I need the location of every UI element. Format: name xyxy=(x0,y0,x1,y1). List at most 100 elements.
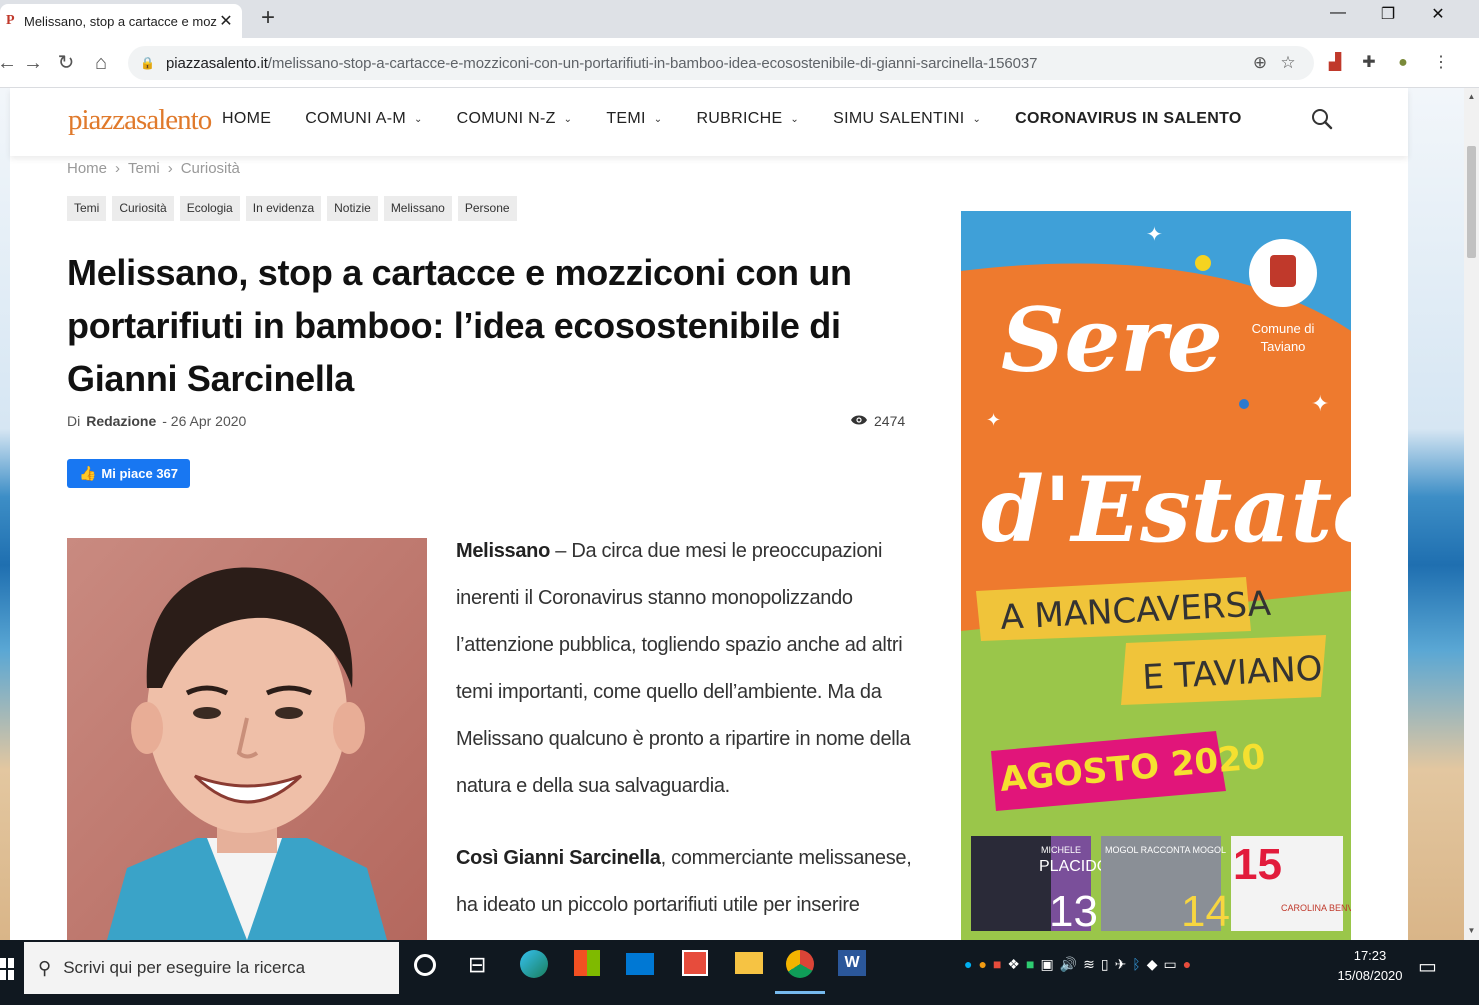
tray-app-icon[interactable]: ● xyxy=(1183,956,1191,973)
mail-icon[interactable] xyxy=(626,953,654,975)
article-photo xyxy=(67,538,427,940)
svg-text:MICHELE: MICHELE xyxy=(1041,845,1081,855)
svg-text:13: 13 xyxy=(1049,887,1098,936)
forward-icon[interactable]: → xyxy=(20,50,46,76)
browser-toolbar: ← → ↻ ⌂ 🔒 piazzasalento.it/melissano-sto… xyxy=(0,38,1479,88)
article-meta: Di Redazione - 26 Apr 2020 xyxy=(67,413,246,429)
tray-app-icon[interactable]: ● xyxy=(978,956,986,973)
bookmark-star-icon[interactable]: ☆ xyxy=(1274,53,1302,73)
tray-app-icon[interactable]: ◆ xyxy=(1147,956,1158,973)
view-count-value: 2474 xyxy=(874,413,906,429)
nav-coronavirus[interactable]: CORONAVIRUS IN SALENTO xyxy=(1015,110,1241,128)
minimize-icon[interactable]: — xyxy=(1318,4,1358,22)
skype-icon[interactable]: ● xyxy=(964,956,972,973)
browser-menu-icon[interactable]: ⋮ xyxy=(1430,52,1452,74)
tab-close-icon[interactable]: ✕ xyxy=(218,11,234,31)
bluetooth-icon[interactable]: ᛒ xyxy=(1132,956,1140,973)
category-tags: Temi Curiosità Ecologia In evidenza Noti… xyxy=(67,196,523,221)
tray-app-icon[interactable]: ■ xyxy=(993,956,1001,973)
svg-text:d'Estate: d'Estate xyxy=(981,457,1351,563)
chrome-icon[interactable] xyxy=(786,950,814,978)
gift-icon[interactable] xyxy=(682,950,708,976)
tray-app-icon[interactable]: ▣ xyxy=(1040,956,1053,973)
tray-app-icon[interactable]: ▭ xyxy=(1163,956,1176,973)
search-icon[interactable] xyxy=(1310,107,1334,138)
edge-icon[interactable] xyxy=(520,950,548,978)
notifications-icon[interactable]: ▭ xyxy=(1418,954,1437,979)
taskbar: ⚲ Scrivi qui per eseguire la ricerca ⊟ W… xyxy=(0,940,1479,1005)
svg-text:CAROLINA BENVENGA: CAROLINA BENVENGA xyxy=(1281,903,1351,913)
page-scrollbar[interactable]: ▲ ▼ xyxy=(1464,88,1479,940)
restore-icon[interactable]: ❐ xyxy=(1368,4,1408,24)
task-view-icon[interactable]: ⊟ xyxy=(468,952,486,978)
nav-home[interactable]: HOME xyxy=(222,110,271,128)
byline-prefix: Di xyxy=(67,413,81,429)
svg-text:✦: ✦ xyxy=(1311,391,1329,416)
dropbox-icon[interactable]: ❖ xyxy=(1007,956,1020,973)
article-body: Melissano – Da circa due mesi le preoccu… xyxy=(456,528,916,940)
breadcrumb-separator: › xyxy=(167,160,173,177)
tag-melissano[interactable]: Melissano xyxy=(383,196,452,221)
facebook-like-button[interactable]: 👍 Mi piace 367 xyxy=(67,459,190,488)
article-paragraph: Così Gianni Sarcinella, commerciante mel… xyxy=(456,847,912,916)
profile-avatar[interactable]: ● xyxy=(1392,52,1414,74)
article-date: - 26 Apr 2020 xyxy=(162,413,247,429)
scroll-up-icon[interactable]: ▲ xyxy=(1464,92,1479,101)
nav-temi[interactable]: TEMI ⌄ xyxy=(606,110,662,128)
clock[interactable]: 17:23 15/08/2020 xyxy=(1330,946,1410,986)
chevron-down-icon: ⌄ xyxy=(653,113,663,125)
tag-notizie[interactable]: Notizie xyxy=(327,196,378,221)
back-icon[interactable]: ← xyxy=(0,50,20,76)
sidebar-ad-banner[interactable]: Comune di Taviano Sere d'Estate ✦ ✦ ✦ A … xyxy=(961,211,1351,940)
scroll-down-icon[interactable]: ▼ xyxy=(1464,926,1479,935)
network-icon[interactable]: ✈ xyxy=(1115,956,1127,973)
start-button[interactable] xyxy=(0,958,14,980)
reload-icon[interactable]: ↻ xyxy=(53,50,79,76)
tag-temi[interactable]: Temi xyxy=(67,196,107,221)
site-logo[interactable]: piazzasalento xyxy=(68,104,212,137)
url-text: piazzasalento.it/melissano-stop-a-cartac… xyxy=(166,54,1038,72)
extensions-puzzle-icon[interactable]: ✚ xyxy=(1358,52,1380,74)
nav-comuni-a-m[interactable]: COMUNI A-M ⌄ xyxy=(305,110,422,128)
breadcrumb-temi[interactable]: Temi xyxy=(128,160,160,177)
zoom-icon[interactable]: ⊕ xyxy=(1246,53,1274,73)
taskbar-search-box[interactable]: ⚲ Scrivi qui per eseguire la ricerca xyxy=(24,942,399,994)
new-tab-button[interactable]: + xyxy=(256,6,280,30)
tag-curiosita[interactable]: Curiosità xyxy=(112,196,174,221)
svg-text:✦: ✦ xyxy=(986,410,1001,430)
like-label: Mi piace 367 xyxy=(101,466,179,481)
wifi-icon[interactable]: ≋ xyxy=(1083,956,1095,973)
volume-icon[interactable]: 🔊 xyxy=(1060,956,1077,973)
scroll-thumb[interactable] xyxy=(1467,146,1476,258)
store-icon[interactable] xyxy=(574,950,600,976)
nav-rubriche[interactable]: RUBRICHE ⌄ xyxy=(696,110,799,128)
tag-in-evidenza[interactable]: In evidenza xyxy=(245,196,322,221)
active-app-indicator xyxy=(775,991,825,994)
word-icon[interactable]: W xyxy=(838,950,866,976)
breadcrumb: Home › Temi › Curiosità xyxy=(67,160,248,177)
article-title: Melissano, stop a cartacce e mozziconi c… xyxy=(67,252,852,399)
author-link[interactable]: Redazione xyxy=(86,413,156,429)
home-icon[interactable]: ⌂ xyxy=(88,50,114,76)
close-window-icon[interactable]: ✕ xyxy=(1418,4,1458,24)
nav-simu-salentini[interactable]: SIMU SALENTINI ⌄ xyxy=(833,110,981,128)
lock-icon[interactable]: 🔒 xyxy=(140,56,156,70)
file-explorer-icon[interactable] xyxy=(735,952,763,974)
svg-text:Sere: Sere xyxy=(1001,288,1223,392)
svg-text:15: 15 xyxy=(1233,840,1282,889)
nav-comuni-n-z[interactable]: COMUNI N-Z ⌄ xyxy=(457,110,573,128)
battery-icon[interactable]: ▯ xyxy=(1101,956,1109,973)
view-count: 2474 xyxy=(850,413,905,429)
tag-persone[interactable]: Persone xyxy=(457,196,517,221)
browser-tab[interactable]: P Melissano, stop a cartacce e moz ✕ xyxy=(0,4,242,38)
pdf-extension-icon[interactable]: ▟ xyxy=(1324,52,1346,74)
chevron-down-icon: ⌄ xyxy=(790,113,800,125)
tag-ecologia[interactable]: Ecologia xyxy=(179,196,240,221)
cortana-icon[interactable] xyxy=(414,954,436,976)
thumbs-up-icon: 👍 xyxy=(78,465,97,481)
taskbar-search-placeholder: Scrivi qui per eseguire la ricerca xyxy=(63,958,306,977)
breadcrumb-home[interactable]: Home xyxy=(67,160,107,177)
breadcrumb-curiosita[interactable]: Curiosità xyxy=(181,160,240,177)
address-bar[interactable]: 🔒 piazzasalento.it/melissano-stop-a-cart… xyxy=(128,46,1314,80)
tray-app-icon[interactable]: ■ xyxy=(1026,956,1034,973)
